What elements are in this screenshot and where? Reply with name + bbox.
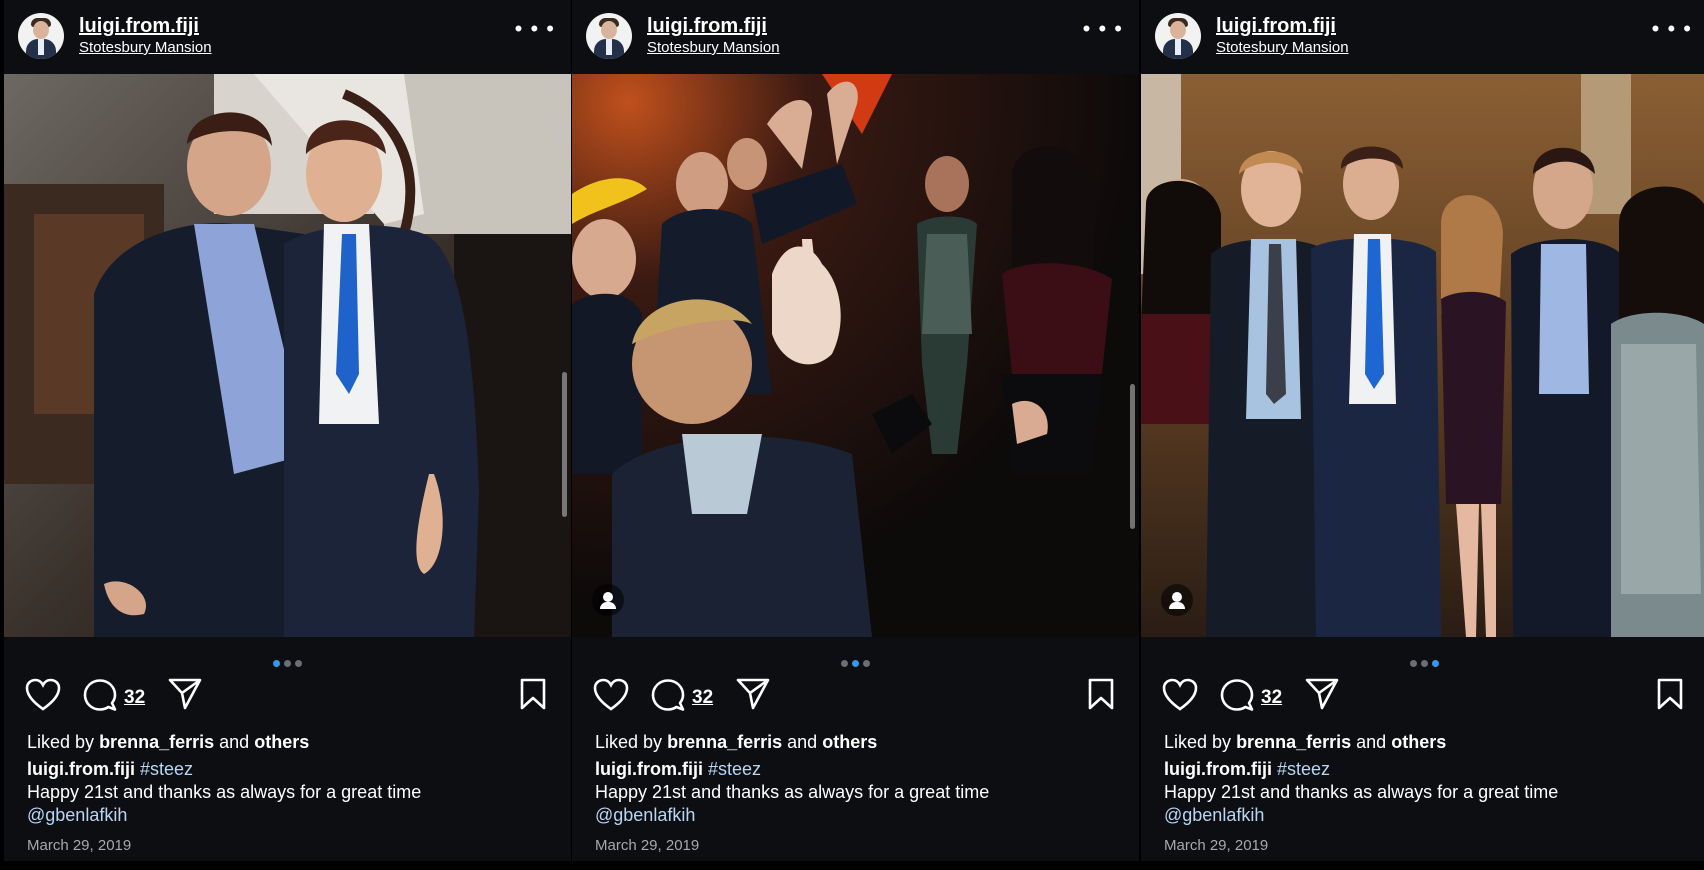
comment-count[interactable]: 32	[692, 687, 713, 709]
caption-username[interactable]: luigi.from.fiji	[595, 759, 703, 779]
carousel-dot	[295, 660, 302, 667]
paper-plane-icon[interactable]	[168, 678, 202, 710]
caption-hashtag[interactable]: #steez	[708, 759, 761, 779]
liked-mid: and	[1356, 732, 1387, 752]
post-actions: 32	[1141, 678, 1704, 718]
instagram-post: luigi.from.fiji Stotesbury Mansion • • •	[572, 0, 1139, 861]
caption-hashtag[interactable]: #steez	[140, 759, 193, 779]
post-location[interactable]: Stotesbury Mansion	[1216, 39, 1349, 56]
post-header: luigi.from.fiji Stotesbury Mansion • • •	[4, 0, 571, 74]
liked-by-user[interactable]: brenna_ferris	[99, 732, 214, 752]
caption-mention[interactable]: @gbenlafkih	[1164, 805, 1264, 825]
post-date: March 29, 2019	[595, 837, 700, 854]
post-username[interactable]: luigi.from.fiji	[79, 15, 199, 38]
post-actions: 32	[572, 678, 1139, 718]
post-caption: luigi.from.fiji #steez Happy 21st and tha…	[27, 758, 547, 827]
liked-prefix: Liked by	[1164, 732, 1232, 752]
carousel-indicator	[4, 654, 571, 672]
post-date: March 29, 2019	[27, 837, 132, 854]
more-options-icon[interactable]: • • •	[1083, 18, 1123, 40]
caption-mention[interactable]: @gbenlafkih	[27, 805, 127, 825]
post-username[interactable]: luigi.from.fiji	[647, 15, 767, 38]
carousel-indicator	[1141, 654, 1704, 672]
post-username[interactable]: luigi.from.fiji	[1216, 15, 1336, 38]
profile-avatar[interactable]	[1155, 13, 1201, 59]
carousel-dot	[1410, 660, 1417, 667]
user-tag-icon[interactable]	[1161, 584, 1193, 616]
post-date: March 29, 2019	[1164, 837, 1269, 854]
liked-by-text: Liked by brenna_ferris and others	[595, 732, 877, 753]
carousel-dot-active	[852, 660, 859, 667]
carousel-dot	[284, 660, 291, 667]
post-caption: luigi.from.fiji #steez Happy 21st and tha…	[1164, 758, 1684, 827]
caption-mention[interactable]: @gbenlafkih	[595, 805, 695, 825]
liked-mid: and	[219, 732, 250, 752]
comment-bubble-icon[interactable]	[1220, 678, 1254, 712]
comment-count[interactable]: 32	[1261, 687, 1282, 709]
comment-bubble-icon[interactable]	[651, 678, 685, 712]
liked-by-text: Liked by brenna_ferris and others	[1164, 732, 1446, 753]
comment-count[interactable]: 32	[124, 687, 145, 709]
bookmark-icon[interactable]	[1657, 678, 1683, 710]
carousel-dot	[863, 660, 870, 667]
paper-plane-icon[interactable]	[1305, 678, 1339, 710]
instagram-post: luigi.from.fiji Stotesbury Mansion • • •	[1141, 0, 1704, 861]
heart-icon[interactable]	[593, 678, 629, 712]
post-photo[interactable]	[572, 74, 1139, 637]
liked-others[interactable]: others	[822, 732, 877, 752]
user-tag-icon[interactable]	[592, 584, 624, 616]
paper-plane-icon[interactable]	[736, 678, 770, 710]
carousel-dot-active	[273, 660, 280, 667]
instagram-post-carousel-frames: luigi.from.fiji Stotesbury Mansion • • •	[0, 0, 1704, 870]
post-caption: luigi.from.fiji #steez Happy 21st and tha…	[595, 758, 1115, 827]
profile-avatar[interactable]	[18, 13, 64, 59]
scrollbar-indicator	[562, 372, 567, 517]
bookmark-icon[interactable]	[520, 678, 546, 710]
heart-icon[interactable]	[25, 678, 61, 712]
post-actions: 32	[4, 678, 571, 718]
carousel-indicator	[572, 654, 1139, 672]
more-options-icon[interactable]: • • •	[515, 18, 555, 40]
caption-text: Happy 21st and thanks as always for a gr…	[27, 782, 422, 802]
post-photo[interactable]	[1141, 74, 1704, 637]
caption-text: Happy 21st and thanks as always for a gr…	[1164, 782, 1559, 802]
post-header: luigi.from.fiji Stotesbury Mansion • • •	[572, 0, 1139, 74]
instagram-post: luigi.from.fiji Stotesbury Mansion • • •	[4, 0, 571, 861]
liked-prefix: Liked by	[595, 732, 663, 752]
comment-bubble-icon[interactable]	[83, 678, 117, 712]
caption-text: Happy 21st and thanks as always for a gr…	[595, 782, 990, 802]
carousel-dot	[1421, 660, 1428, 667]
liked-by-user[interactable]: brenna_ferris	[1236, 732, 1351, 752]
liked-others[interactable]: others	[254, 732, 309, 752]
caption-username[interactable]: luigi.from.fiji	[27, 759, 135, 779]
profile-avatar[interactable]	[586, 13, 632, 59]
liked-prefix: Liked by	[27, 732, 95, 752]
carousel-dot-active	[1432, 660, 1439, 667]
bookmark-icon[interactable]	[1088, 678, 1114, 710]
post-header: luigi.from.fiji Stotesbury Mansion • • •	[1141, 0, 1704, 74]
carousel-dot	[841, 660, 848, 667]
post-photo[interactable]	[4, 74, 571, 637]
liked-others[interactable]: others	[1391, 732, 1446, 752]
liked-by-user[interactable]: brenna_ferris	[667, 732, 782, 752]
caption-username[interactable]: luigi.from.fiji	[1164, 759, 1272, 779]
heart-icon[interactable]	[1162, 678, 1198, 712]
liked-by-text: Liked by brenna_ferris and others	[27, 732, 309, 753]
post-location[interactable]: Stotesbury Mansion	[79, 39, 212, 56]
caption-hashtag[interactable]: #steez	[1277, 759, 1330, 779]
more-options-icon[interactable]: • • •	[1652, 18, 1692, 40]
scrollbar-indicator	[1130, 384, 1135, 529]
post-location[interactable]: Stotesbury Mansion	[647, 39, 780, 56]
liked-mid: and	[787, 732, 818, 752]
